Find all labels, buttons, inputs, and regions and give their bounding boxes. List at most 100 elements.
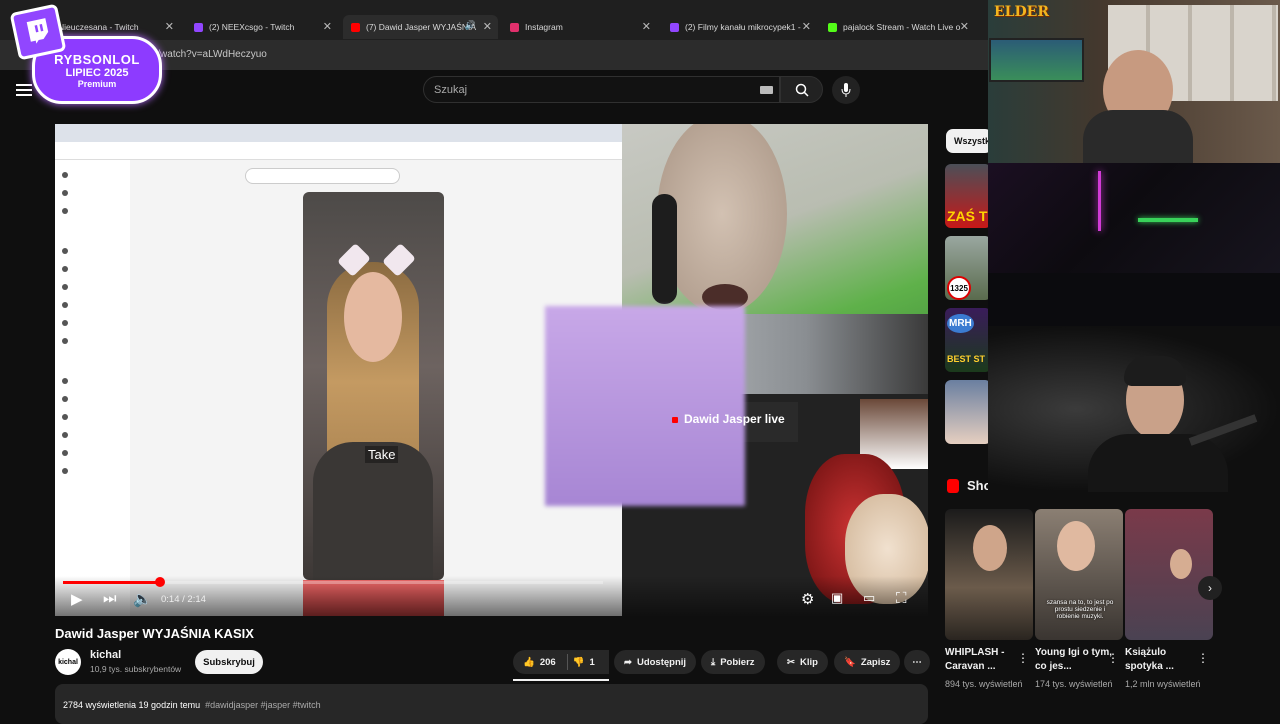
speaker-icon[interactable]: 🔊 [465, 20, 476, 31]
tab-label: pajalock Stream - Watch Live o [843, 22, 961, 32]
browser-tab[interactable]: Instagram ✕ [502, 15, 657, 39]
more-vertical-icon[interactable]: ⋮ [1197, 651, 1209, 665]
thumbnail-text: ZAŚ TE [947, 208, 991, 224]
webcam-person-body [1083, 110, 1193, 163]
twitch-icon [194, 22, 203, 32]
short-views: 174 tys. wyświetleń [1035, 679, 1113, 689]
filter-chip-all[interactable]: Wszystk [946, 129, 992, 153]
close-icon[interactable]: ✕ [802, 20, 811, 33]
miniplayer-icon[interactable]: ▣ [831, 590, 843, 606]
embedded-sidebar-item [55, 260, 130, 278]
close-icon[interactable]: ✕ [323, 20, 332, 33]
short-thumbnail[interactable] [1125, 509, 1213, 640]
youtube-icon [672, 417, 678, 423]
dislike-count: 1 [589, 656, 595, 668]
embedded-sidebar [55, 160, 130, 616]
close-icon[interactable]: ✕ [960, 20, 969, 33]
time-display: 0:14 / 2:14 [161, 594, 206, 605]
embedded-tab-bar [55, 124, 622, 142]
browser-tab-active[interactable]: (7) Dawid Jasper WYJAŚNIA 🔊 ✕ [343, 15, 498, 39]
recommended-thumbnail[interactable]: ZAŚ TE [945, 164, 991, 228]
channel-name[interactable]: kichal [90, 649, 121, 661]
short-thumbnail[interactable]: szansa na to, to jest po prostu siedzeni… [1035, 509, 1123, 640]
more-icon: ⋯ [912, 656, 922, 668]
short-views: 894 tys. wyświetleń [945, 679, 1023, 689]
headphones [652, 194, 677, 304]
embedded-sidebar-item [55, 332, 130, 350]
embedded-sidebar-item [55, 372, 130, 390]
short-figure-face [344, 272, 402, 362]
short-title[interactable]: Książulo spotyka ... [1125, 646, 1203, 674]
youtube-icon [351, 22, 360, 32]
avatar[interactable]: kichal [55, 649, 81, 675]
short-views: 1,2 mln wyświetleń [1125, 679, 1201, 689]
short-figure [1170, 549, 1192, 579]
tab-label: (2) Filmy kanału mikrocypek1 - [685, 22, 801, 32]
close-icon[interactable]: ✕ [165, 20, 174, 33]
microphone-icon [841, 83, 851, 97]
more-vertical-icon[interactable]: ⋮ [1107, 651, 1119, 665]
share-button[interactable]: ➦ Udostępnij [614, 650, 697, 674]
close-icon[interactable]: ✕ [483, 20, 492, 33]
settings-icon[interactable]: ⚙ [801, 590, 814, 608]
more-vertical-icon[interactable]: ⋮ [1017, 651, 1029, 665]
hashtags[interactable]: #dawidjasper #jasper #twitch [205, 700, 321, 710]
badge-username: RYBSONLOL [54, 51, 140, 67]
volume-icon[interactable]: 🔈 [133, 590, 152, 608]
scissors-icon: ✂ [787, 656, 795, 668]
close-icon[interactable]: ✕ [642, 20, 651, 33]
save-button[interactable]: 🔖 Zapisz [834, 650, 901, 674]
browser-tab[interactable]: pajalock Stream - Watch Live o ✕ [820, 15, 975, 39]
next-icon[interactable]: ⏭ [103, 590, 117, 607]
browser-tab[interactable]: (2) NEEXcsgo - Twitch ✕ [186, 15, 338, 39]
thumbnail-text: BEST ST [947, 354, 986, 364]
video-player[interactable]: Take ▶ ⏭ 🔈 0:14 / 2:14 ⚙ ▣ ▭ ⛶ [55, 124, 928, 616]
keyboard-icon[interactable] [760, 86, 773, 94]
recommended-thumbnail[interactable]: MRH BEST ST [945, 308, 991, 372]
clip-button[interactable]: ✂ Klip [777, 650, 828, 674]
recommended-thumbnail[interactable] [945, 380, 991, 444]
aquarium [989, 38, 1084, 82]
embedded-sidebar-item [55, 184, 130, 202]
more-actions-button[interactable]: ⋯ [904, 650, 930, 674]
short-title[interactable]: Young Igi o tym, co jes... [1035, 646, 1113, 674]
download-button[interactable]: ⤓ Pobierz [701, 650, 765, 674]
embedded-sidebar-item [55, 202, 130, 220]
embedded-sidebar-item [55, 296, 130, 314]
embedded-sidebar-item [55, 444, 130, 462]
search-input[interactable]: Szukaj [423, 76, 780, 103]
play-icon[interactable]: ▶ [71, 590, 83, 608]
short-thumbnail[interactable] [945, 509, 1033, 640]
like-ratio-bar [513, 679, 609, 681]
microphone-button[interactable] [832, 76, 860, 104]
webcam-person-hair [1124, 356, 1186, 386]
neon-light [1098, 171, 1101, 231]
embedded-sidebar-item [55, 426, 130, 444]
fullscreen-icon[interactable]: ⛶ [896, 590, 907, 607]
description-box[interactable]: 2784 wyświetlenia 19 godzin temu #dawidj… [55, 684, 928, 724]
like-button[interactable]: 👍 206 👎 1 [513, 650, 609, 674]
twitch-icon [670, 22, 679, 32]
kick-icon [828, 22, 837, 32]
menu-icon[interactable] [16, 84, 32, 96]
clip-label: Klip [799, 656, 818, 668]
tab-label: Nieuczesana - Twitch [58, 22, 139, 32]
chevron-right-icon[interactable]: › [1198, 576, 1222, 600]
like-count: 206 [539, 656, 556, 668]
view-count: 2784 wyświetlenia 19 godzin temu [63, 700, 201, 710]
theater-mode-icon[interactable]: ▭ [863, 590, 875, 606]
short-title[interactable]: WHIPLASH - Caravan ... [945, 646, 1023, 674]
embedded-search-box [245, 168, 400, 184]
thumbs-down-icon[interactable]: 👎 [573, 657, 585, 668]
thumbnail-text: 1325 [947, 276, 971, 300]
badge-date: LIPIEC 2025 [65, 66, 129, 79]
bookmark-icon: 🔖 [844, 656, 856, 668]
embedded-sidebar-item [55, 462, 130, 480]
search-button[interactable] [780, 76, 823, 103]
tab-label: Instagram [525, 22, 563, 32]
subscribe-button[interactable]: Subskrybuj [195, 650, 263, 674]
browser-tab[interactable]: (2) Filmy kanału mikrocypek1 - ✕ [662, 15, 817, 39]
embedded-sidebar-item [55, 314, 130, 332]
tab-label: (2) NEEXcsgo - Twitch [209, 22, 295, 32]
recommended-thumbnail[interactable]: 1325 [945, 236, 991, 300]
